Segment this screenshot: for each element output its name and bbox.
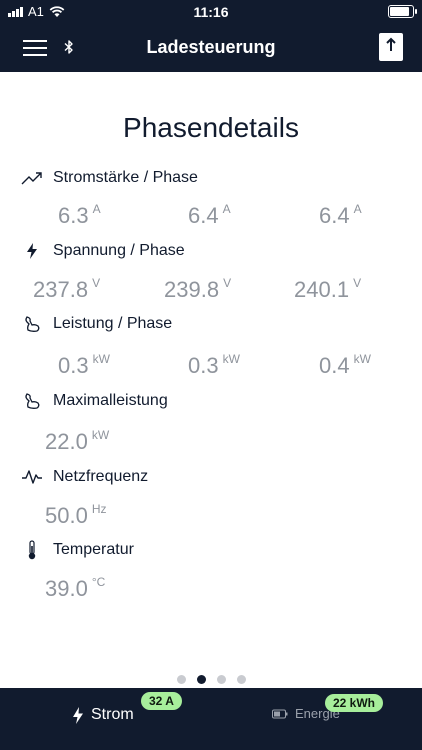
power-phase-3: 0.4 kW xyxy=(319,351,371,378)
section-temperature: Temperatur xyxy=(21,540,134,560)
section-label: Leistung / Phase xyxy=(53,315,173,332)
section-label: Temperatur xyxy=(53,541,134,558)
temperature-value: 39.0 °C xyxy=(45,574,106,601)
current-phase-1: 6.3 A xyxy=(58,201,101,228)
strom-badge: 32 A xyxy=(141,692,182,710)
status-bar: A1 11:16 xyxy=(0,0,422,24)
page-dot-2[interactable] xyxy=(196,675,206,684)
section-current: Stromstärke / Phase xyxy=(21,168,198,188)
tab-strom[interactable]: Strom xyxy=(72,706,134,724)
battery-icon xyxy=(388,5,417,18)
muscle-icon xyxy=(21,391,43,411)
page-title: Phasendetails xyxy=(123,112,299,143)
thermometer-icon xyxy=(21,540,43,560)
lightning-icon xyxy=(21,241,43,261)
trend-up-icon xyxy=(21,168,43,188)
muscle-icon xyxy=(21,314,43,334)
page-dot-4[interactable] xyxy=(236,675,246,684)
section-frequency: Netzfrequenz xyxy=(21,467,148,487)
share-icon xyxy=(386,37,396,51)
max-power-value: 22.0 kW xyxy=(45,427,110,454)
section-label: Netzfrequenz xyxy=(53,468,149,485)
tab-bar: Strom 32 A Energie 22 kWh xyxy=(0,688,422,750)
power-phase-1: 0.3 kW xyxy=(58,351,110,378)
section-label: Spannung / Phase xyxy=(53,242,185,259)
current-phase-2: 6.4 A xyxy=(188,201,231,228)
share-button[interactable] xyxy=(379,33,403,61)
section-label: Stromstärke / Phase xyxy=(53,169,198,186)
section-label: Maximalleistung xyxy=(53,392,168,409)
page-indicator xyxy=(0,675,422,684)
voltage-phase-3: 240.1 V xyxy=(294,275,362,302)
current-phase-3: 6.4 A xyxy=(319,201,362,228)
section-max-power: Maximalleistung xyxy=(21,391,168,411)
nav-bar: Ladesteuerung xyxy=(0,24,422,72)
energie-badge: 22 kWh xyxy=(325,694,384,712)
lightning-icon xyxy=(73,706,83,724)
pulse-icon xyxy=(21,467,43,487)
page-dot-3[interactable] xyxy=(216,675,226,684)
tab-label: Strom xyxy=(91,706,134,723)
voltage-phase-1: 237.8 V xyxy=(33,275,101,302)
clock: 11:16 xyxy=(193,4,229,20)
section-power: Leistung / Phase xyxy=(21,314,172,334)
battery-charging-icon xyxy=(272,709,288,718)
header-title: Ladesteuerung xyxy=(146,37,276,57)
page-dot-1[interactable] xyxy=(176,675,186,684)
voltage-phase-2: 239.8 V xyxy=(164,275,232,302)
frequency-value: 50.0 Hz xyxy=(45,501,107,528)
section-voltage: Spannung / Phase xyxy=(21,241,185,261)
power-phase-2: 0.3 kW xyxy=(188,351,240,378)
